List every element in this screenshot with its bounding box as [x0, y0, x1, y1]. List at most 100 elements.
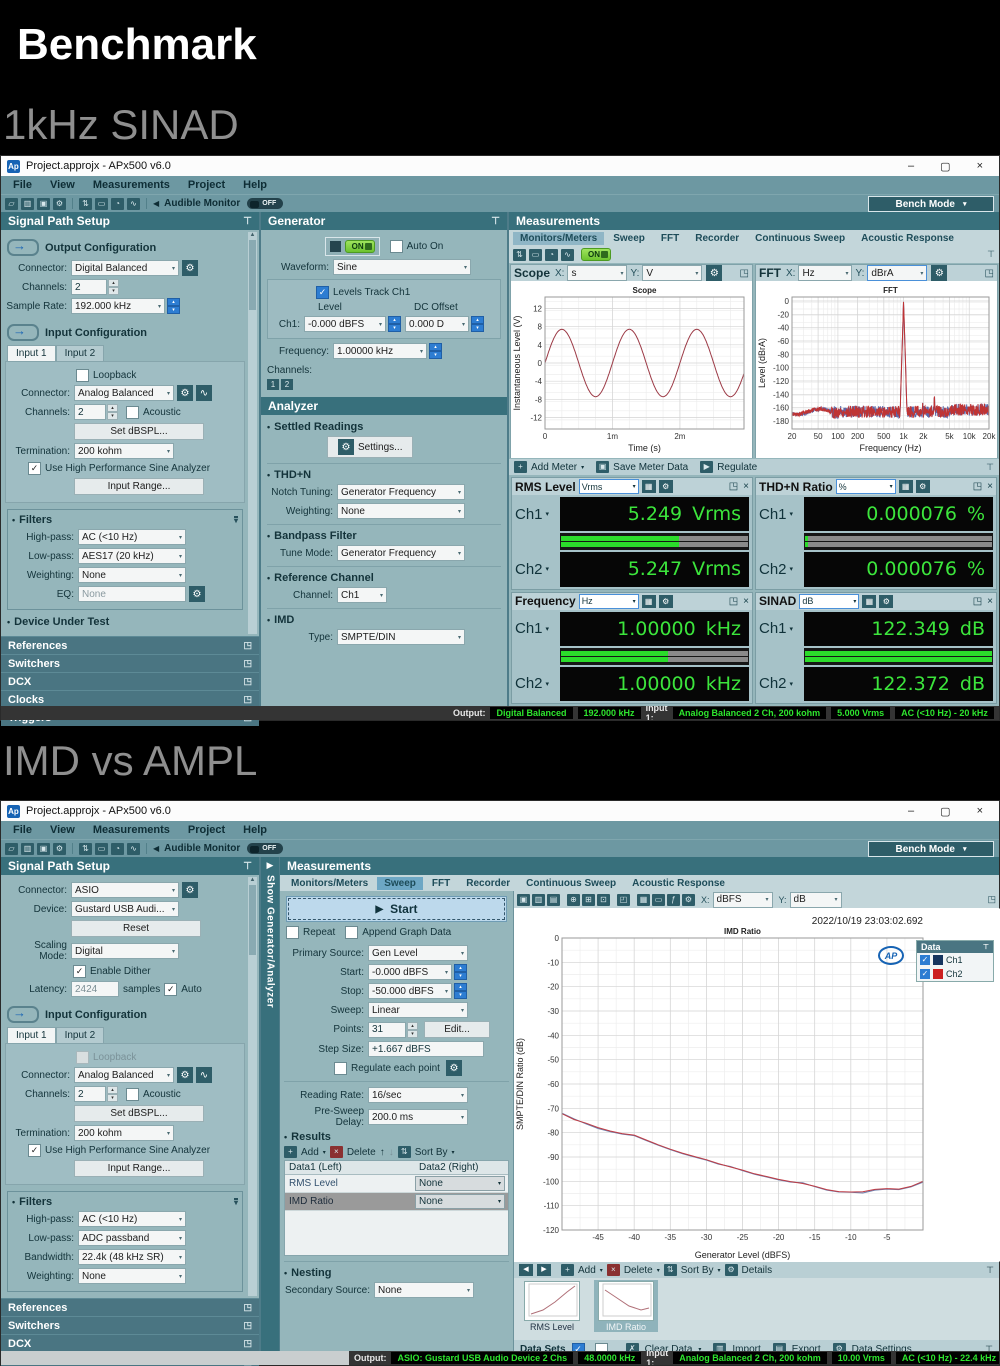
pan-icon[interactable]: ⊞ [582, 894, 595, 906]
graph-settings-icon[interactable]: ⚙ [682, 894, 695, 906]
points-stepper[interactable]: ▴▾ [407, 1022, 418, 1038]
meter-display-options-button[interactable]: ▦ [642, 480, 656, 493]
sweep-stop-stepper[interactable]: ▴▾ [454, 983, 467, 999]
ch1-level-select[interactable]: -0.000 dBFS▾ [304, 316, 386, 332]
spin-down-icon[interactable]: ▾ [454, 972, 467, 980]
maximize-button[interactable]: ▢ [940, 805, 950, 818]
output-channels-stepper[interactable]: ▴▾ [108, 279, 119, 295]
start-button[interactable]: ▶ Start [286, 896, 507, 922]
section-dcx[interactable]: DCX◳ [1, 1334, 259, 1352]
scrollbar-vertical[interactable]: ▲ [248, 232, 257, 634]
open-project-icon[interactable]: ▥ [21, 198, 34, 210]
input-channels-stepper[interactable]: ▴▾ [107, 1086, 118, 1102]
section-switchers[interactable]: Switchers◳ [1, 654, 259, 672]
levels-track-ch1-checkbox[interactable]: ✓ [316, 286, 329, 299]
spin-up-icon[interactable]: ▴ [167, 298, 180, 306]
thumbnail-rms-level[interactable]: RMS Level [520, 1280, 584, 1332]
new-project-icon[interactable]: ▱ [5, 198, 18, 210]
delete-result-icon[interactable]: × [330, 1146, 343, 1158]
last-result-button[interactable]: ▶ [537, 1264, 551, 1276]
tab-input2[interactable]: Input 2 [56, 345, 105, 361]
output-connector-select[interactable]: ASIO▾ [71, 882, 179, 898]
checkbox-checked-icon[interactable]: ✓ [920, 955, 930, 965]
legend-pin-icon[interactable]: ⊤ [983, 943, 989, 951]
tab-input2[interactable]: Input 2 [56, 1027, 105, 1043]
popout-icon[interactable]: ◳ [729, 481, 738, 492]
graph-x-units-select[interactable]: dBFS▾ [713, 892, 773, 908]
input-connector-settings-button[interactable]: ⚙ [177, 385, 193, 401]
popout-icon[interactable]: ◳ [243, 640, 252, 651]
high-pass-select[interactable]: AC (<10 Hz)▾ [78, 1211, 186, 1227]
reference-channel-select[interactable]: Ch1▾ [337, 587, 387, 603]
channel-selector[interactable]: Ch1▾ [759, 497, 804, 531]
meter-display-options-button[interactable]: ▦ [642, 595, 656, 608]
input-ranging-button[interactable]: ∿ [196, 385, 212, 401]
acoustic-checkbox[interactable] [126, 1088, 139, 1101]
bench-mode-button[interactable]: Bench Mode▾ [868, 196, 994, 212]
sweep-start-stepper[interactable]: ▴▾ [454, 964, 467, 980]
collapse-icon[interactable]: ⊤ [986, 1265, 994, 1276]
auto-on-checkbox[interactable] [390, 240, 403, 253]
meter-units-select[interactable]: dB▾ [799, 594, 859, 609]
channel-2-button[interactable]: 2 [281, 379, 293, 390]
panel-pin-icon[interactable]: ⊤ [491, 216, 500, 227]
notch-tuning-select[interactable]: Generator Frequency▾ [337, 484, 465, 500]
clock-icon[interactable]: ◔ [545, 249, 558, 261]
input-connector-select[interactable]: Analog Balanced▾ [74, 385, 174, 401]
add-result-button[interactable]: Add [301, 1147, 319, 1158]
scope-settings-button[interactable]: ⚙ [706, 265, 722, 281]
thdn-weighting-select[interactable]: None▾ [337, 503, 465, 519]
weighting-select[interactable]: None▾ [78, 1268, 186, 1284]
show-generator-analyzer-strip[interactable]: ▶ Show Generator/Analyzer [261, 857, 280, 1351]
popout-icon[interactable]: ◳ [973, 596, 982, 607]
sweep-icon[interactable]: ∿ [127, 843, 140, 855]
legend-item-ch2[interactable]: ✓ Ch2 [917, 967, 993, 981]
popout-icon[interactable]: ◳ [243, 658, 252, 669]
popout-icon[interactable]: ◳ [987, 894, 996, 905]
collapse-icon[interactable]: ▾ [234, 516, 238, 524]
tab-input1[interactable]: Input 1 [7, 1027, 56, 1043]
result-row-imd-ratio[interactable]: IMD Ratio None▾ [285, 1193, 508, 1211]
generator-off-icon[interactable] [330, 241, 341, 252]
sort-by-icon[interactable]: ⇅ [664, 1264, 677, 1276]
primary-source-select[interactable]: Gen Level▾ [368, 945, 468, 961]
ch1-level-stepper[interactable]: ▴▾ [388, 316, 401, 332]
sort-by-button[interactable]: Sort By [415, 1147, 448, 1158]
save-icon[interactable]: ▣ [37, 198, 50, 210]
close-icon[interactable]: × [987, 481, 993, 492]
channel-selector[interactable]: Ch1▾ [759, 612, 804, 646]
spin-up-icon[interactable]: ▴ [471, 316, 484, 324]
spin-down-icon[interactable]: ▾ [107, 412, 118, 420]
regulate-settings-button[interactable]: ⚙ [446, 1060, 462, 1076]
step-size-field[interactable]: +1.667 dBFS [368, 1041, 484, 1057]
channel-selector[interactable]: Ch2▾ [759, 552, 804, 586]
scope-x-units-select[interactable]: s▾ [567, 265, 627, 281]
section-dcx[interactable]: DCX◳ [1, 672, 259, 690]
regulate-icon[interactable]: ▶ [700, 461, 713, 473]
collapse-icon[interactable]: ⊤ [986, 462, 994, 473]
popout-icon[interactable]: ◳ [243, 1302, 252, 1313]
monitors-on-toggle[interactable]: ON [581, 248, 611, 261]
meter-units-select[interactable]: %▾ [836, 479, 896, 494]
low-pass-select[interactable]: AES17 (20 kHz)▾ [78, 548, 186, 564]
append-graph-data-checkbox[interactable] [345, 926, 358, 939]
spin-up-icon[interactable]: ▴ [454, 964, 467, 972]
channel-selector[interactable]: Ch1▾ [515, 612, 560, 646]
meter-units-select[interactable]: Hz▾ [579, 594, 639, 609]
tab-continuous-sweep[interactable]: Continuous Sweep [748, 232, 852, 245]
zoom-fit-icon[interactable]: ⊡ [597, 894, 610, 906]
expand-panel-icon[interactable]: ▶ [267, 860, 274, 871]
spin-up-icon[interactable]: ▴ [107, 1086, 118, 1094]
spin-down-icon[interactable]: ▾ [429, 351, 442, 359]
spin-up-icon[interactable]: ▴ [454, 983, 467, 991]
result-row-rms-level[interactable]: RMS Level None▾ [285, 1175, 508, 1193]
scaling-mode-select[interactable]: Digital▾ [71, 943, 179, 959]
sweep-start-select[interactable]: -0.000 dBFS▾ [368, 964, 452, 980]
meter-settings-button[interactable]: ⚙ [659, 595, 673, 608]
move-up-icon[interactable]: ↑ [380, 1147, 385, 1158]
add-meter-icon[interactable]: + [514, 461, 527, 473]
spin-up-icon[interactable]: ▴ [429, 343, 442, 351]
checkbox-checked-icon[interactable]: ✓ [920, 969, 930, 979]
output-connector-settings-button[interactable]: ⚙ [182, 260, 198, 276]
spin-up-icon[interactable]: ▴ [108, 279, 119, 287]
